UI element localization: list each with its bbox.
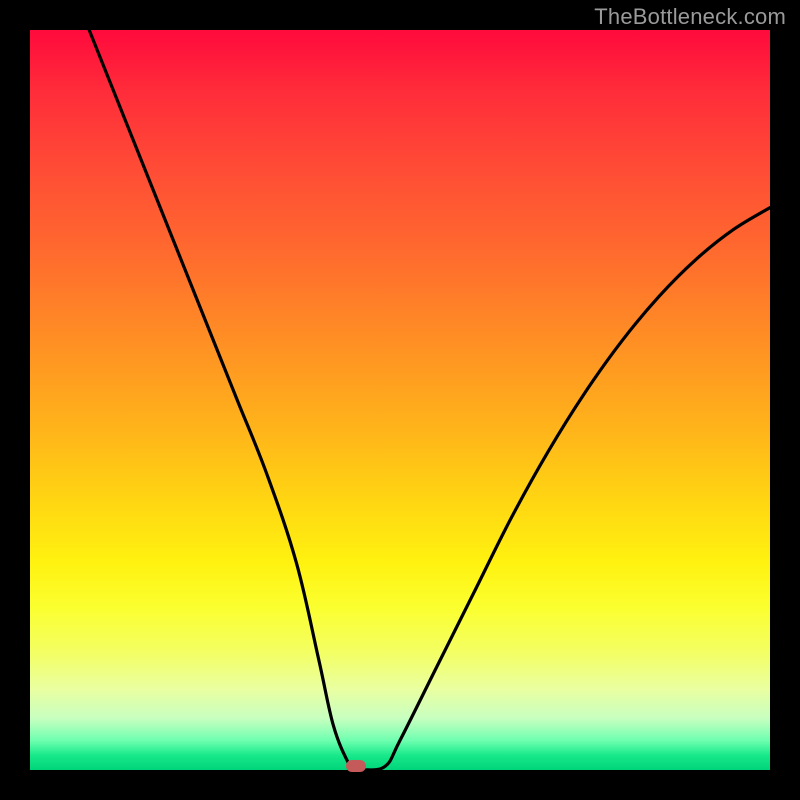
chart-frame: TheBottleneck.com	[0, 0, 800, 800]
optimum-marker	[346, 760, 366, 772]
curve-svg	[30, 30, 770, 770]
plot-area	[30, 30, 770, 770]
watermark-text: TheBottleneck.com	[594, 4, 786, 30]
bottleneck-curve	[89, 30, 770, 770]
